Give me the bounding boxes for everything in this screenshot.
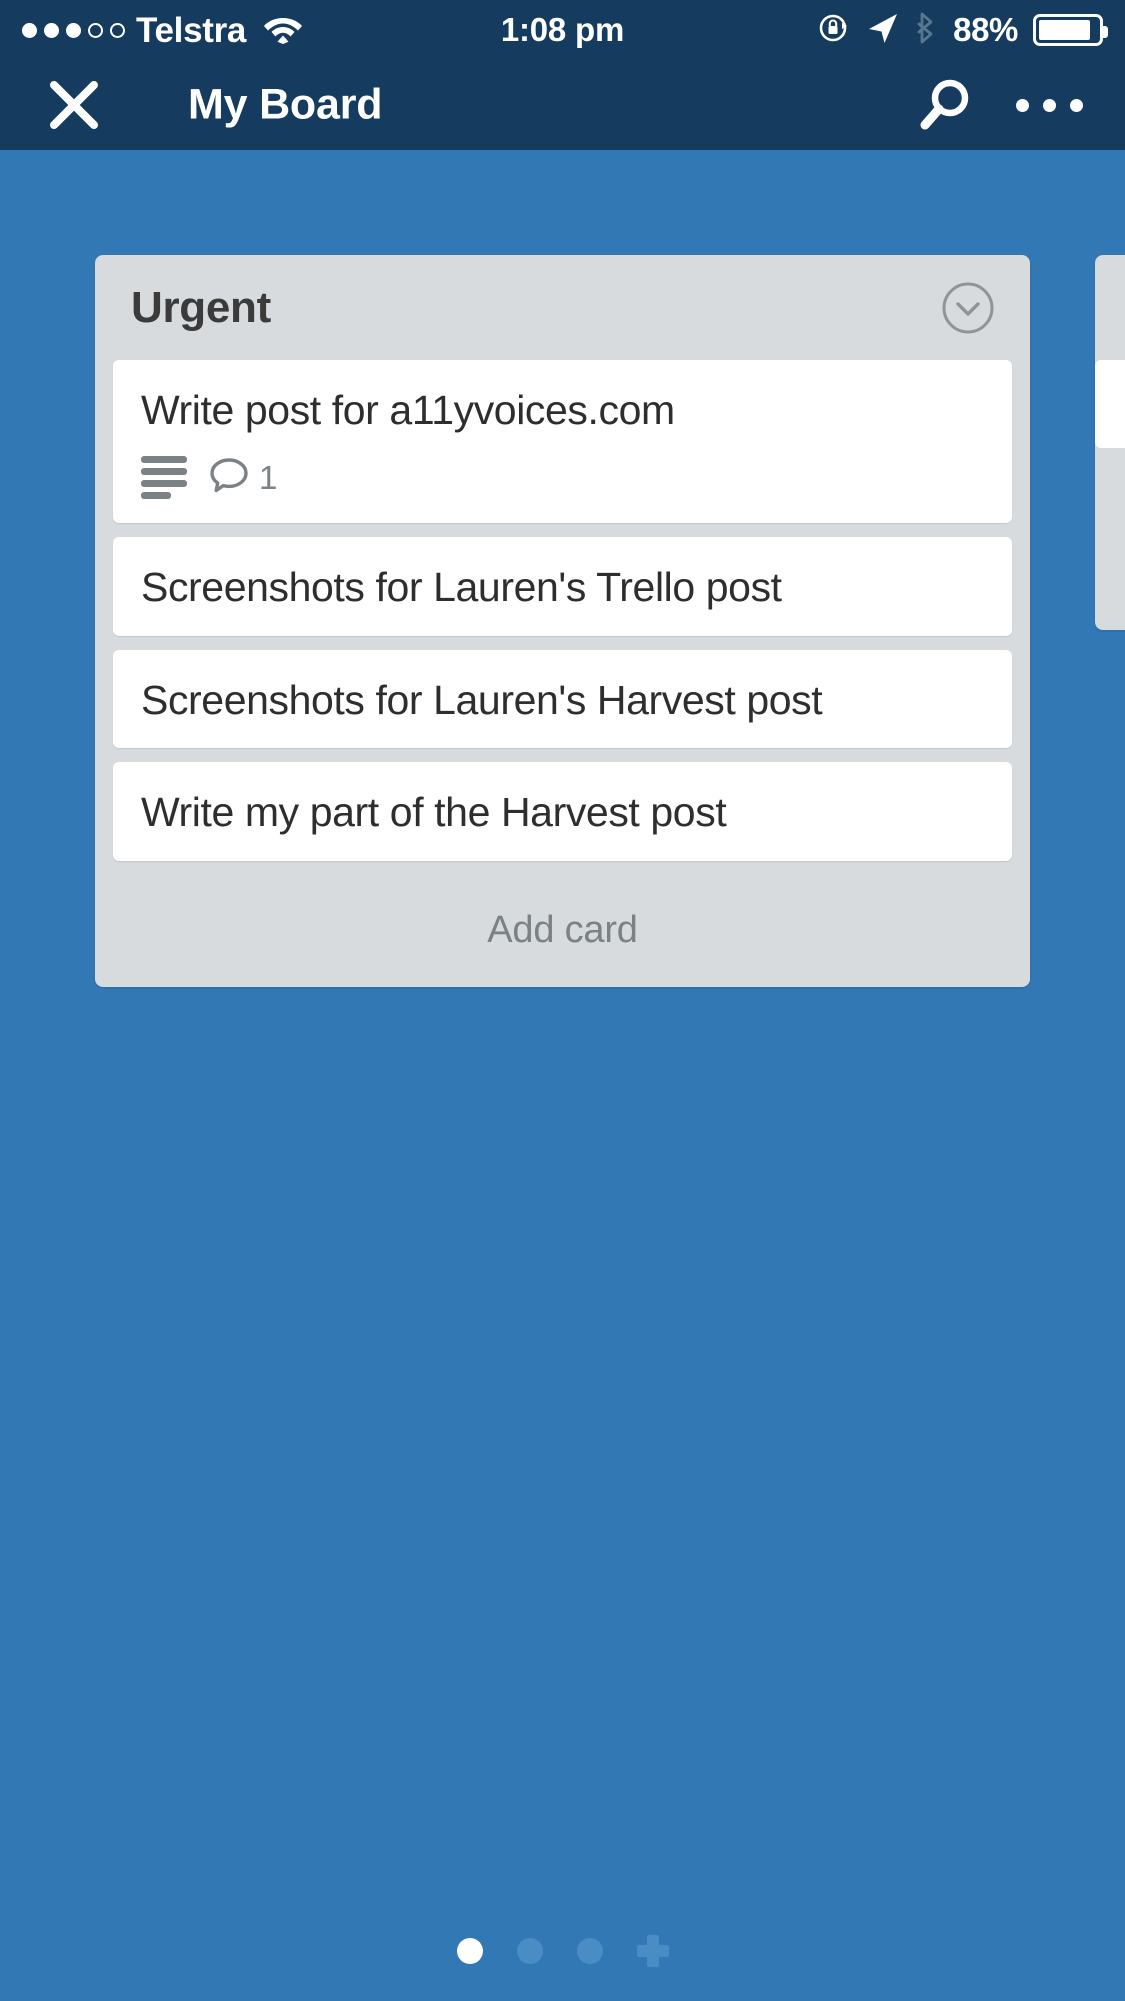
card-title: Screenshots for Lauren's Harvest post: [141, 676, 823, 723]
phone-screen: Telstra 1:08 pm 88% My Board Urgent Writ…: [0, 0, 1125, 2001]
add-card-button[interactable]: Add card: [95, 875, 1030, 987]
list-title: Urgent: [131, 282, 271, 332]
pager-dot[interactable]: [576, 1938, 603, 1964]
comment-count: 1: [259, 458, 278, 496]
location-arrow-icon: [867, 12, 899, 49]
list-header: Urgent: [95, 255, 1030, 360]
overflow-menu-icon[interactable]: [1011, 85, 1087, 125]
rotation-lock-icon: [816, 10, 852, 51]
card-item[interactable]: Screenshots for Lauren's Harvest post: [113, 649, 1012, 749]
battery-percent-label: 88%: [953, 11, 1018, 48]
page-title: My Board: [188, 80, 383, 129]
card-badges: 1: [141, 456, 984, 500]
close-icon[interactable]: [46, 77, 102, 133]
battery-icon: [1033, 14, 1108, 46]
list-urgent: Urgent Write post for a11yvoices.com 1 S…: [95, 255, 1030, 987]
plus-icon[interactable]: [636, 1935, 669, 1967]
bluetooth-icon: [914, 10, 938, 51]
card-item[interactable]: Write my part of the Harvest post: [113, 762, 1012, 861]
board-canvas[interactable]: Urgent Write post for a11yvoices.com 1 S…: [0, 150, 1125, 2001]
chevron-down-circle-icon[interactable]: [940, 280, 996, 336]
board-pager: [0, 1935, 1125, 1967]
clock-label: 1:08 pm: [500, 11, 625, 48]
card-item[interactable]: Screenshots for Lauren's Trello post: [113, 537, 1012, 636]
nav-bar: My Board: [0, 60, 1125, 150]
card-list: Write post for a11yvoices.com 1 Screensh…: [95, 360, 1030, 861]
status-bar: Telstra 1:08 pm 88%: [0, 0, 1125, 60]
list-next-peek[interactable]: [1095, 255, 1125, 630]
badge-comments: 1: [209, 456, 277, 499]
card-title: Screenshots for Lauren's Trello post: [141, 564, 782, 611]
search-icon[interactable]: [915, 75, 975, 135]
comment-bubble-icon: [209, 456, 249, 499]
peek-card[interactable]: [1095, 360, 1125, 448]
card-item[interactable]: Write post for a11yvoices.com 1: [113, 360, 1012, 524]
card-title: Write my part of the Harvest post: [141, 789, 727, 836]
pager-dot[interactable]: [516, 1938, 543, 1964]
description-icon: [141, 456, 187, 500]
status-bar-right: 88%: [816, 0, 1108, 60]
badge-description: [141, 456, 187, 500]
card-title: Write post for a11yvoices.com: [141, 387, 675, 433]
pager-dot-active[interactable]: [456, 1938, 483, 1964]
